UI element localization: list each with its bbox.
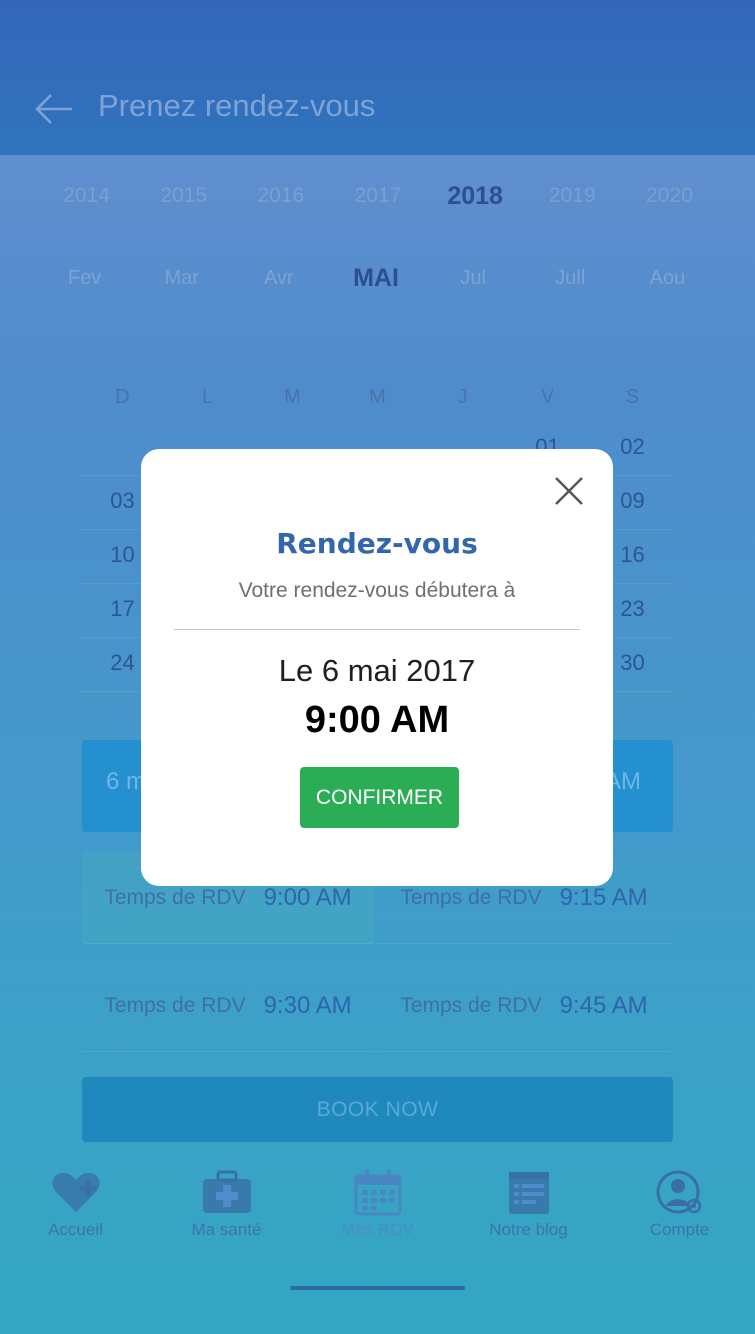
nav-label: Notre blog [489,1220,568,1239]
month-option[interactable]: Mar [133,258,230,298]
month-option[interactable]: Aou [619,258,716,298]
appointment-time: 9:00 AM [304,699,450,741]
blog-icon [508,1172,549,1214]
weekday-label: M [284,386,301,408]
month-option[interactable]: Jul [425,258,522,298]
home-indicator [290,1286,465,1290]
weekday-label: M [369,386,386,408]
time-slot-label: Temps de RDV [400,993,542,1017]
nav-item-mes-rdv[interactable]: Mes RDV [302,1168,453,1248]
modal-subtitle: Votre rendez-vous débutera à [238,579,516,602]
time-slot[interactable]: Temps de RDV 9:30 AM [82,960,374,1052]
year-option[interactable]: 2016 [232,176,329,216]
year-option-selected[interactable]: 2018 [427,176,524,216]
month-option[interactable]: Fev [36,258,133,298]
month-selector: Fev Mar Avr MAI Jul Jull Aou [36,258,716,298]
nav-item-accueil[interactable]: Accueil [0,1168,151,1248]
year-option[interactable]: 2015 [135,176,232,216]
month-option[interactable]: Avr [230,258,327,298]
nav-label: Compte [649,1220,710,1239]
time-slot-time: 9:30 AM [263,991,352,1019]
year-option[interactable]: 2017 [329,176,426,216]
appointment-screen: Prenez rendez-vous 2014 2015 2016 2017 2… [0,0,755,1334]
confirm-button[interactable]: CONFIRMER [300,767,459,828]
year-option[interactable]: 2020 [621,176,718,216]
time-slot-label: Temps de RDV [104,993,246,1017]
medical-kit-icon [202,1170,251,1213]
time-slot-label: Temps de RDV [104,885,246,909]
nav-label: Ma santé [191,1220,262,1239]
close-icon[interactable] [553,475,585,507]
month-option[interactable]: Jull [522,258,619,298]
time-slot-time: 9:45 AM [559,991,648,1019]
selected-date-text: 6 m [106,768,147,795]
heart-plus-icon [52,1172,99,1212]
modal-divider [174,629,580,630]
year-option[interactable]: 2019 [524,176,621,216]
nav-item-notre-blog[interactable]: Notre blog [453,1168,604,1248]
nav-item-ma-sante[interactable]: Ma santé [151,1168,302,1248]
month-option-selected[interactable]: MAI [327,258,424,298]
nav-label: Mes RDV [341,1220,414,1239]
time-slot-label: Temps de RDV [400,885,542,909]
time-slot-time: 9:15 AM [559,883,648,911]
nav-label: Accueil [48,1220,103,1239]
bottom-nav: Accueil Ma santé Mes RDV Notre blog Comp… [0,1168,755,1248]
weekday-label: D [115,386,130,408]
year-selector: 2014 2015 2016 2017 2018 2019 2020 [38,176,718,216]
weekday-label: L [201,386,214,408]
account-settings-icon [656,1170,701,1214]
page-title: Prenez rendez-vous [98,88,376,123]
weekday-header: D L M M J V S [80,380,675,414]
appointment-date: Le 6 mai 2017 [278,653,476,688]
weekday-label: J [457,386,468,408]
appointment-confirmation-modal: Rendez-vous Votre rendez-vous débutera à… [141,449,613,886]
calendar-icon [354,1170,401,1216]
year-option[interactable]: 2014 [38,176,135,216]
book-now-button[interactable]: BOOK NOW [82,1077,673,1142]
arrow-left-icon[interactable] [34,92,74,126]
time-slot[interactable]: Temps de RDV 9:45 AM [378,960,670,1052]
nav-item-compte[interactable]: Compte [604,1168,755,1248]
time-slot-time: 9:00 AM [263,883,352,911]
app-header: Prenez rendez-vous [0,0,755,155]
modal-title: Rendez-vous [276,527,478,560]
weekday-label: V [540,386,555,408]
weekday-label: S [625,386,640,408]
